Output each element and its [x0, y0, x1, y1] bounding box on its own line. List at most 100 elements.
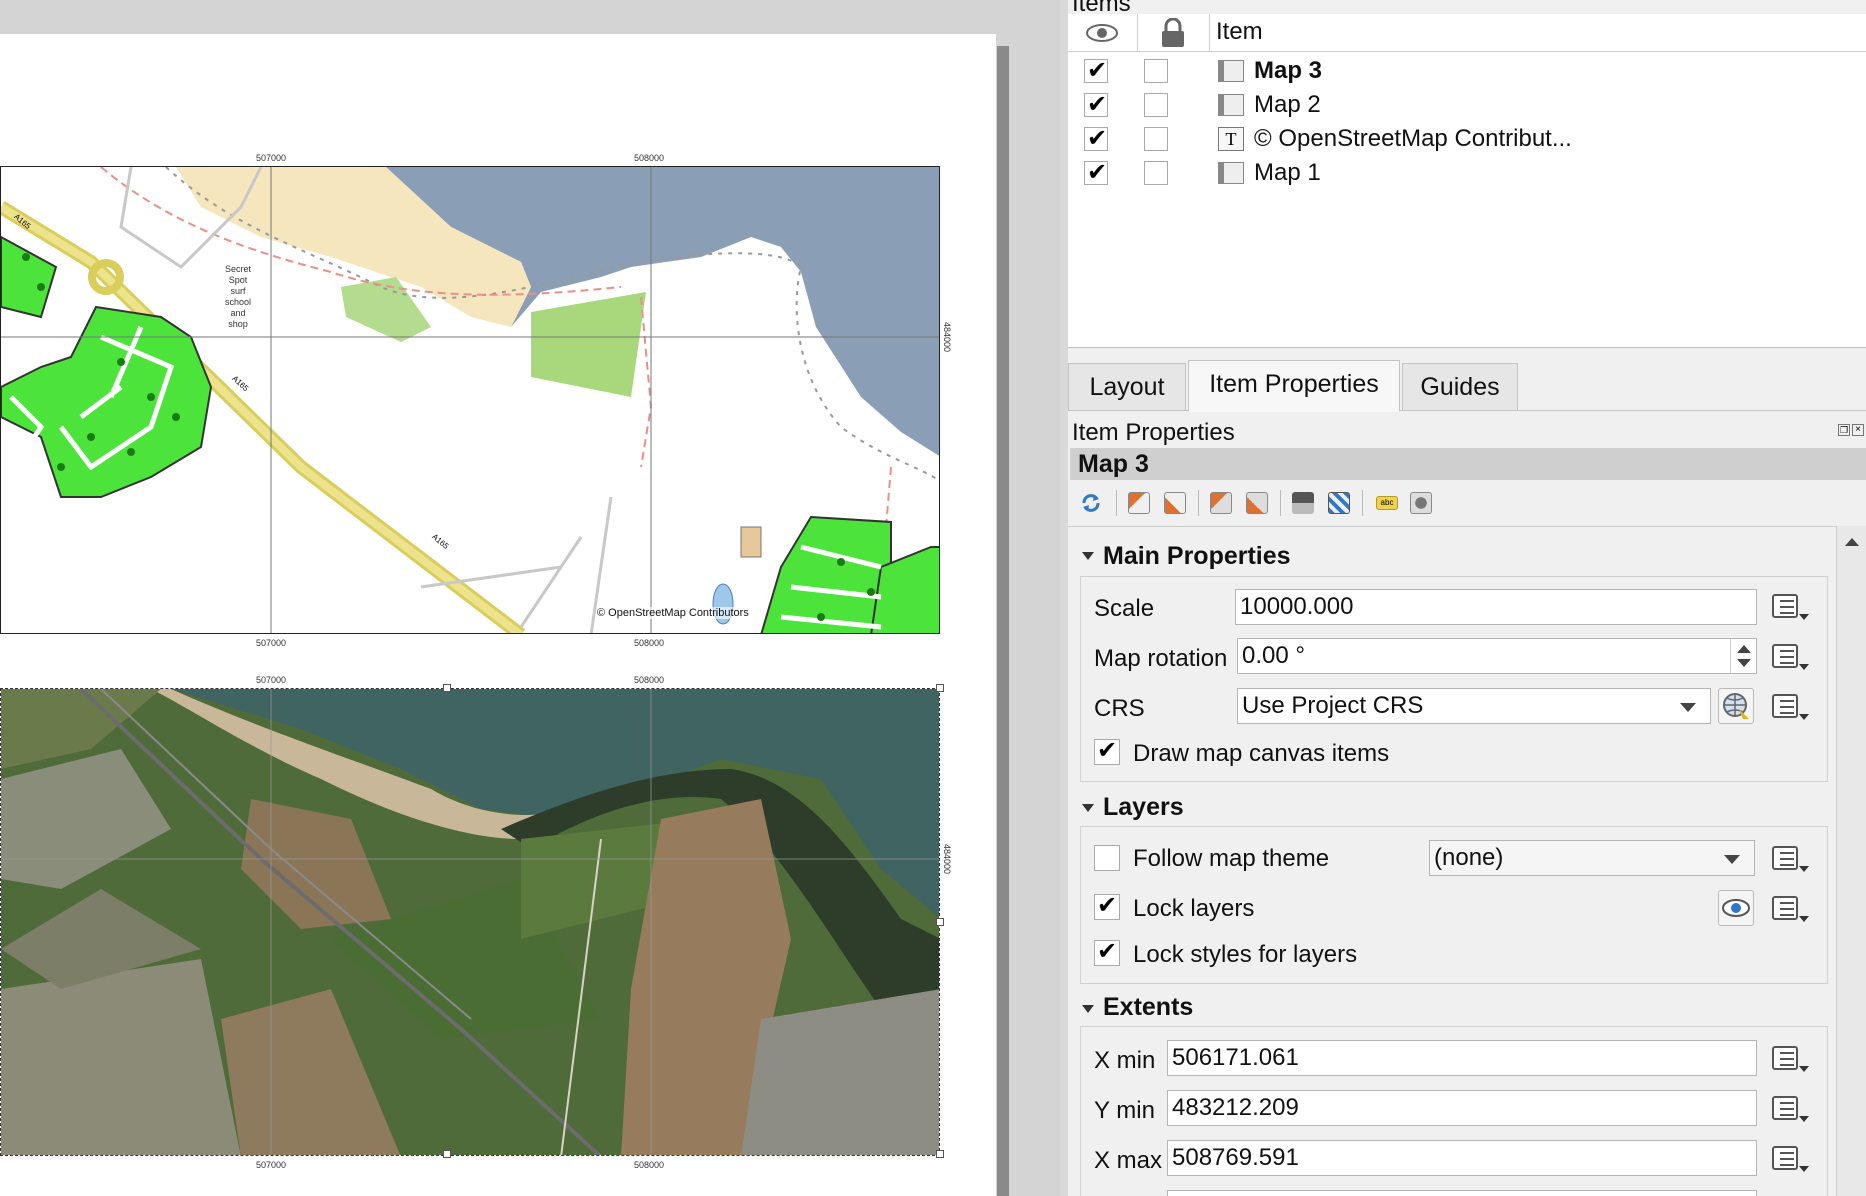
- map-item-map2-aerial[interactable]: [0, 688, 940, 1156]
- item-row-map2[interactable]: Map 2: [1068, 88, 1866, 122]
- close-dock-icon[interactable]: ×: [1852, 424, 1864, 436]
- data-defined-override-icon[interactable]: [1768, 1044, 1809, 1074]
- map-rotation-value: 0.00 °: [1242, 642, 1305, 669]
- collapse-extents-icon[interactable]: [1082, 1005, 1094, 1013]
- main-properties-title[interactable]: Main Properties: [1103, 542, 1291, 571]
- follow-theme-label[interactable]: Follow map theme: [1133, 845, 1329, 873]
- selection-handle-top[interactable]: [443, 684, 451, 692]
- lock-column-header[interactable]: [1138, 14, 1210, 52]
- item-visible-checkbox[interactable]: [1084, 90, 1108, 119]
- tab-layout[interactable]: Layout: [1068, 363, 1186, 411]
- data-defined-override-icon[interactable]: [1768, 894, 1809, 924]
- items-list[interactable]: Map 3 Map 2 T © OpenStreetMap Contribut.…: [1068, 52, 1866, 348]
- float-dock-icon[interactable]: ❐: [1838, 424, 1850, 436]
- crs-value: Use Project CRS: [1242, 692, 1424, 719]
- follow-theme-checkbox[interactable]: [1094, 845, 1120, 871]
- poi-label-surf-school: Secret Spot surf school and shop: [225, 264, 252, 329]
- toolbar-separator: [1116, 490, 1117, 516]
- set-scale-icon[interactable]: [1210, 492, 1232, 514]
- lock-styles-checkbox[interactable]: [1094, 937, 1120, 966]
- data-defined-override-icon[interactable]: [1768, 844, 1809, 874]
- extents-title[interactable]: Extents: [1103, 993, 1193, 1022]
- refresh-icon[interactable]: [1080, 492, 1102, 514]
- item-visible-checkbox[interactable]: [1084, 158, 1108, 187]
- scroll-up-icon[interactable]: [1845, 538, 1859, 546]
- map-rotation-label: Map rotation: [1094, 645, 1228, 672]
- eye-icon: [1722, 899, 1750, 917]
- selection-handle-bottom-right[interactable]: [936, 1150, 944, 1158]
- scale-input[interactable]: 10000.000: [1235, 589, 1757, 625]
- crs-label: CRS: [1094, 695, 1145, 722]
- view-scale-icon[interactable]: [1246, 492, 1268, 514]
- properties-scrollbar[interactable]: [1836, 526, 1866, 1196]
- map-theme-select[interactable]: (none): [1429, 840, 1755, 876]
- temporal-settings-icon[interactable]: [1410, 492, 1432, 514]
- atlas-icon[interactable]: [1328, 492, 1350, 514]
- map2-grid-label-right: 484000: [942, 843, 953, 875]
- collapse-layers-icon[interactable]: [1082, 804, 1094, 812]
- item-lock-checkbox[interactable]: [1144, 93, 1168, 117]
- spin-down-icon[interactable]: [1737, 659, 1751, 667]
- layers-title[interactable]: Layers: [1103, 793, 1184, 822]
- xmax-input[interactable]: 508769.591: [1167, 1140, 1757, 1176]
- layer-visibility-preset-button[interactable]: [1718, 890, 1754, 926]
- crs-select[interactable]: Use Project CRS: [1237, 688, 1711, 724]
- lock-styles-label[interactable]: Lock styles for layers: [1133, 941, 1357, 969]
- map-item-map1-osm[interactable]: Secret Spot surf school and shop A165 A1…: [0, 166, 940, 634]
- chevron-down-icon: [1680, 703, 1696, 712]
- spin-up-icon[interactable]: [1737, 645, 1751, 653]
- item-name-bar: Map 3: [1070, 448, 1866, 480]
- item-row-map3[interactable]: Map 3: [1068, 54, 1866, 88]
- item-label: Map 1: [1254, 159, 1321, 186]
- draw-canvas-items-label[interactable]: Draw map canvas items: [1133, 740, 1389, 768]
- view-extent-icon[interactable]: [1164, 492, 1186, 514]
- item-label: Map 3: [1254, 57, 1323, 84]
- lock-layers-label[interactable]: Lock layers: [1133, 895, 1254, 923]
- map2-grid-label-top-2: 508000: [634, 675, 665, 685]
- ymax-input[interactable]: [1167, 1190, 1757, 1196]
- data-defined-override-icon[interactable]: [1768, 692, 1809, 722]
- toolbar-separator: [1362, 490, 1363, 516]
- map2-grid-label-bottom-1: 507000: [256, 1160, 287, 1170]
- attribution-label[interactable]: © OpenStreetMap Contributors: [597, 607, 749, 619]
- item-lock-checkbox[interactable]: [1144, 127, 1168, 151]
- item-visible-checkbox[interactable]: [1084, 56, 1108, 85]
- eye-icon: [1086, 24, 1118, 42]
- data-defined-override-icon[interactable]: [1768, 1144, 1809, 1174]
- layout-canvas[interactable]: 507000 508000 507000 508000 484000 Secre…: [0, 0, 1060, 1196]
- item-row-map1[interactable]: Map 1: [1068, 156, 1866, 190]
- dock-splitter[interactable]: [1060, 0, 1068, 1196]
- item-visible-checkbox[interactable]: [1084, 124, 1108, 153]
- label-settings-icon[interactable]: abc: [1376, 496, 1398, 510]
- set-extent-icon[interactable]: [1128, 492, 1150, 514]
- lock-icon: [1162, 18, 1184, 47]
- osm-map-graphic: [1, 167, 939, 633]
- item-row-osm-label[interactable]: T © OpenStreetMap Contribut...: [1068, 122, 1866, 156]
- collapse-main-properties-icon[interactable]: [1082, 552, 1094, 560]
- data-defined-override-icon[interactable]: [1768, 592, 1809, 622]
- draw-canvas-items-checkbox[interactable]: [1094, 736, 1120, 765]
- selection-handle-top-right[interactable]: [936, 684, 944, 692]
- item-column-header[interactable]: Item: [1216, 18, 1263, 46]
- xmin-input[interactable]: 506171.061: [1167, 1040, 1757, 1076]
- visibility-column-header[interactable]: [1068, 14, 1138, 52]
- data-defined-override-icon[interactable]: [1768, 1094, 1809, 1124]
- selection-handle-bottom[interactable]: [443, 1150, 451, 1158]
- ymin-input[interactable]: 483212.209: [1167, 1090, 1757, 1126]
- data-defined-override-icon[interactable]: [1768, 642, 1809, 672]
- bookmark-icon[interactable]: [1292, 492, 1314, 514]
- item-lock-checkbox[interactable]: [1144, 161, 1168, 185]
- map-rotation-input[interactable]: 0.00 °: [1237, 638, 1757, 674]
- tab-item-properties[interactable]: Item Properties: [1188, 360, 1400, 412]
- globe-icon: [1723, 693, 1749, 719]
- aerial-map-graphic: [1, 689, 939, 1155]
- item-label: Map 2: [1254, 91, 1321, 118]
- rotation-spin-buttons[interactable]: [1730, 639, 1756, 673]
- items-table-header: Item: [1068, 14, 1866, 52]
- select-crs-button[interactable]: [1718, 688, 1754, 724]
- selection-handle-right[interactable]: [936, 918, 944, 926]
- lock-layers-checkbox[interactable]: [1094, 891, 1120, 920]
- item-lock-checkbox[interactable]: [1144, 59, 1168, 83]
- ymin-label: Y min: [1094, 1097, 1155, 1124]
- tab-guides[interactable]: Guides: [1402, 363, 1518, 411]
